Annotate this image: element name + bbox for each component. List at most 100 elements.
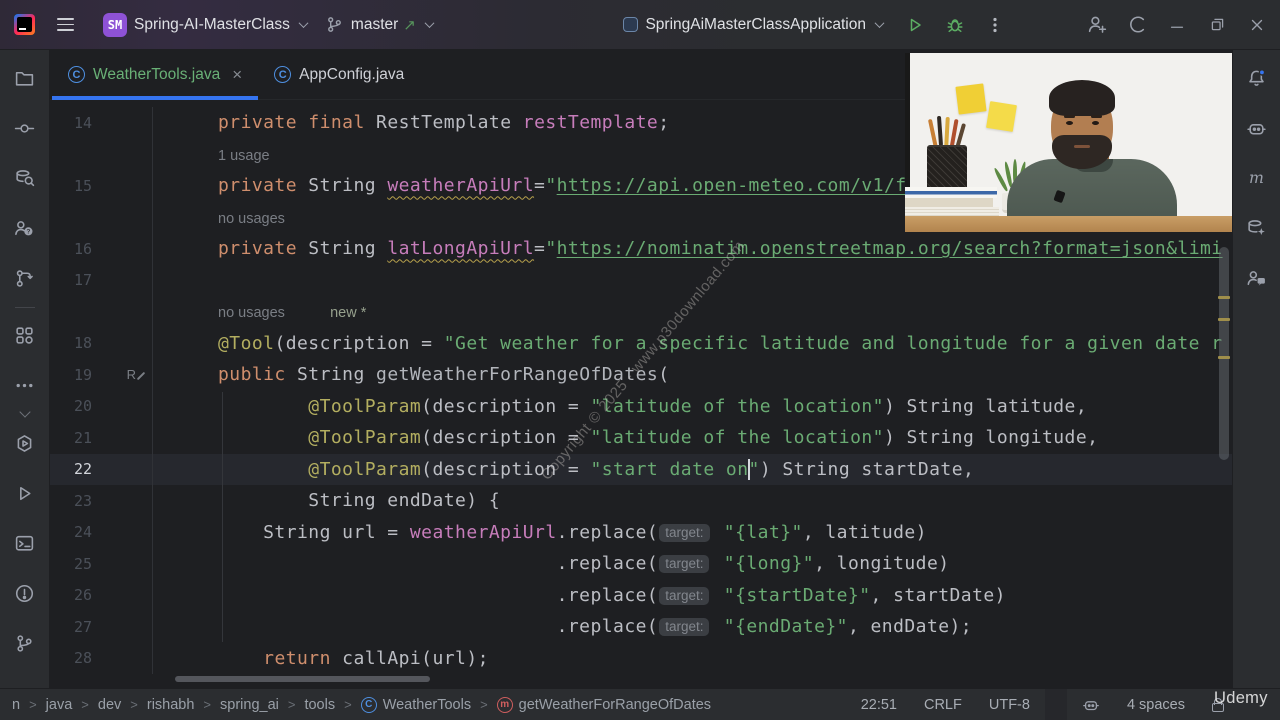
code-line[interactable]: 23 String endDate) {: [50, 485, 1232, 517]
run-configuration-selector[interactable]: SpringAiMasterClassApplication: [614, 11, 892, 39]
code-line[interactable]: 27 .replace(target: "{endDate}", endDate…: [50, 611, 1232, 643]
people-help-icon[interactable]: ?: [8, 211, 42, 245]
breadcrumb-label: java: [45, 696, 73, 713]
gutter: [92, 548, 153, 580]
sync-button[interactable]: [1122, 10, 1152, 40]
lock-widget[interactable]: Udemy: [1212, 689, 1270, 712]
profiler-icon[interactable]: [8, 426, 42, 460]
intellij-logo-icon: [14, 14, 35, 35]
minimize-button[interactable]: [1162, 10, 1192, 40]
run-button[interactable]: [898, 10, 932, 40]
code-line[interactable]: 18 @Tool(description = "Get weather for a…: [50, 327, 1232, 359]
code-line[interactable]: 22 @ToolParam(description = "start date …: [50, 453, 1232, 485]
maven-icon[interactable]: m: [1240, 161, 1274, 195]
line-separator[interactable]: CRLF: [924, 697, 962, 713]
breadcrumb-item[interactable]: java: [46, 697, 73, 713]
line-number[interactable]: 18: [50, 334, 92, 352]
right-toolbar: m: [1232, 50, 1280, 688]
breadcrumb-item[interactable]: dev: [98, 697, 121, 713]
line-number[interactable]: 24: [50, 523, 92, 541]
ide-window: SM Spring-AI-MasterClass master ↗ Spring…: [0, 0, 1280, 720]
horizontal-scrollbar[interactable]: [175, 676, 430, 682]
code-line[interactable]: 19 Rpublic String getWeatherForRangeOfDat…: [50, 359, 1232, 391]
code-line[interactable]: 25 .replace(target: "{long}", longitude): [50, 548, 1232, 580]
line-number[interactable]: 22: [50, 460, 92, 478]
breadcrumb-item[interactable]: spring_ai: [220, 697, 279, 713]
database-sparkle-icon[interactable]: [1240, 211, 1274, 245]
commit-icon[interactable]: [8, 111, 42, 145]
presenter-eye: [1066, 121, 1073, 125]
rename-gutter-icon[interactable]: R: [92, 359, 153, 391]
debug-button[interactable]: [938, 10, 972, 40]
vertical-scrollbar[interactable]: [1219, 247, 1229, 460]
add-user-icon: [1088, 16, 1106, 33]
line-number[interactable]: 21: [50, 429, 92, 447]
presenter-eye: [1092, 121, 1099, 125]
project-folder-icon[interactable]: [8, 61, 42, 95]
branch-selector[interactable]: master ↗: [316, 10, 442, 39]
line-number[interactable]: 16: [50, 240, 92, 258]
warning-stripe-mark[interactable]: [1218, 318, 1230, 321]
collapse-chevron-icon[interactable]: [18, 406, 31, 418]
problems-icon[interactable]: [8, 576, 42, 610]
caret-position[interactable]: 22:51: [861, 697, 897, 713]
code-line[interactable]: 21 @ToolParam(description = "latitude of…: [50, 422, 1232, 454]
warning-stripe-mark[interactable]: [1218, 296, 1230, 299]
code-with-me-button[interactable]: [1082, 10, 1112, 40]
book: [905, 187, 997, 198]
main-menu-button[interactable]: [47, 12, 84, 36]
line-number[interactable]: 15: [50, 177, 92, 195]
ai-status-robot-icon[interactable]: [1082, 696, 1100, 714]
run-tool-icon[interactable]: [8, 476, 42, 510]
more-actions-button[interactable]: [978, 10, 1012, 40]
code-line[interactable]: 20 @ToolParam(description = "latitude of…: [50, 390, 1232, 422]
terminal-icon[interactable]: [8, 526, 42, 560]
chevron-down-icon: [424, 18, 435, 29]
breadcrumb-item[interactable]: n: [12, 697, 20, 713]
close-tab-icon[interactable]: ×: [232, 66, 242, 83]
gutter: [92, 390, 153, 422]
line-number[interactable]: 26: [50, 586, 92, 604]
notifications-bell-icon[interactable]: [1240, 61, 1274, 95]
people-chat-icon[interactable]: [1240, 261, 1274, 295]
code-line[interactable]: 16 private String latLongApiUrl="https://…: [50, 233, 1232, 265]
git-graph-icon[interactable]: [8, 261, 42, 295]
line-number[interactable]: 14: [50, 114, 92, 132]
close-window-button[interactable]: [1242, 10, 1272, 40]
warning-stripe-mark[interactable]: [1218, 356, 1230, 359]
ai-assistant-robot-icon[interactable]: [1240, 111, 1274, 145]
project-selector[interactable]: SM Spring-AI-MasterClass: [94, 8, 316, 42]
breadcrumb-item[interactable]: C WeatherTools: [360, 696, 471, 713]
more-tool-windows-icon[interactable]: [8, 368, 42, 402]
version-control-icon[interactable]: [8, 626, 42, 660]
code-text: String endDate) {: [218, 490, 501, 512]
line-number[interactable]: 28: [50, 649, 92, 667]
line-number[interactable]: 19: [50, 366, 92, 384]
line-number[interactable]: 27: [50, 618, 92, 636]
indent-setting[interactable]: 4 spaces: [1127, 697, 1185, 713]
line-number[interactable]: 23: [50, 492, 92, 510]
code-line[interactable]: 28 return callApi(url);: [50, 642, 1232, 674]
tab-weathertools[interactable]: C WeatherTools.java ×: [52, 50, 259, 100]
gutter: [92, 642, 153, 674]
inlay-hint-row[interactable]: no usages new *: [50, 296, 1232, 328]
breadcrumb-item[interactable]: m getWeatherForRangeOfDates: [496, 696, 711, 713]
line-number[interactable]: 25: [50, 555, 92, 573]
gutter: [92, 611, 153, 643]
code-text: .replace(target: "{startDate}", startDat…: [218, 584, 1006, 606]
tab-appconfig[interactable]: C AppConfig.java: [258, 50, 420, 99]
breadcrumb-item[interactable]: tools: [304, 697, 335, 713]
file-encoding[interactable]: UTF-8: [989, 697, 1030, 713]
breadcrumb-item[interactable]: rishabh: [147, 697, 195, 713]
search-database-icon[interactable]: [8, 161, 42, 195]
line-number[interactable]: 17: [50, 271, 92, 289]
code-line[interactable]: 17: [50, 264, 1232, 296]
code-line[interactable]: 24 String url = weatherApiUrl.replace(ta…: [50, 516, 1232, 548]
code-line[interactable]: 26 .replace(target: "{startDate}", start…: [50, 579, 1232, 611]
plugins-grid-icon[interactable]: [8, 318, 42, 352]
line-number[interactable]: 20: [50, 397, 92, 415]
chevron-down-icon: [298, 18, 309, 29]
webcam-overlay: [905, 53, 1232, 232]
presenter-eyebrow: [1091, 115, 1102, 118]
restore-button[interactable]: [1202, 10, 1232, 40]
